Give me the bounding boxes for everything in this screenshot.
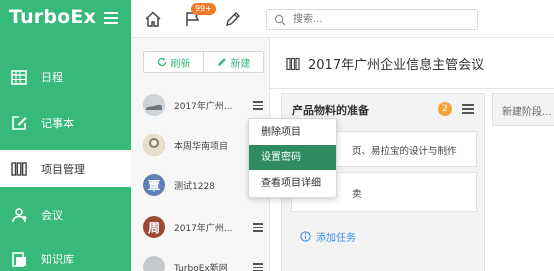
page-title: 2017年广州企业信息主管会议: [286, 54, 484, 73]
divider: [270, 88, 554, 89]
sidebar-item-label: 知识库: [41, 252, 74, 266]
project-title: 2017年广州企业信息主管会议: [308, 58, 485, 73]
knowledge-icon: [10, 250, 28, 268]
new-label: 新建: [230, 58, 251, 70]
project-item[interactable]: 2017年广州...: [143, 90, 263, 120]
sidebar-item-label: 会议: [41, 208, 63, 222]
notification-badge: 99+: [191, 3, 216, 15]
menu-item-set-password[interactable]: 设置密码: [249, 145, 336, 170]
new-stage-label: 新建阶段...: [502, 107, 552, 118]
refresh-icon: [157, 57, 166, 67]
calendar-icon: [10, 68, 28, 86]
pencil-icon: [217, 58, 226, 66]
top-bar: 99+: [131, 0, 554, 38]
sidebar: TurboEx 日程 记事本 项目管理 会议 知识库: [0, 0, 131, 271]
avatar: [143, 94, 165, 116]
project-columns-icon: [286, 57, 300, 70]
sidebar-item-notebook[interactable]: 记事本: [0, 104, 131, 141]
project-name: 2017年广州...: [174, 223, 233, 234]
home-icon[interactable]: [144, 10, 162, 28]
menu-item-delete-project[interactable]: 删除项目: [249, 120, 336, 145]
add-task-label: 添加任务: [316, 233, 356, 244]
stage-name: 产品物料的准备: [292, 104, 369, 117]
info-circle-icon: [300, 231, 311, 242]
stage-menu-icon[interactable]: [462, 104, 474, 116]
new-stage-input[interactable]: 新建阶段...: [492, 93, 554, 126]
refresh-label: 刷新: [170, 58, 191, 70]
app-brand: TurboEx: [9, 6, 97, 28]
project-name: 本周华南项目: [174, 141, 229, 152]
search-icon: [274, 14, 286, 29]
stage-count-badge: 2: [438, 102, 452, 116]
new-project-button[interactable]: 新建: [203, 52, 263, 72]
search-box[interactable]: [266, 9, 478, 30]
project-list-toolbar: 刷新 新建: [143, 51, 264, 73]
task-title: 卖: [352, 189, 362, 200]
project-context-menu: 删除项目 设置密码 查看项目详细: [248, 118, 337, 198]
add-task-link[interactable]: 添加任务: [300, 229, 356, 244]
sidebar-item-project-management[interactable]: 项目管理: [0, 150, 131, 187]
project-name: 2017年广州...: [174, 101, 233, 112]
project-name: TurboEx新网: [174, 263, 228, 271]
project-item[interactable]: TurboEx新网: [143, 252, 263, 271]
edit-note-icon: [10, 114, 28, 132]
project-item[interactable]: 周 2017年广州...: [143, 212, 263, 242]
project-name: 测试1228: [174, 181, 215, 192]
project-menu-icon[interactable]: [253, 223, 263, 234]
menu-item-view-project-details[interactable]: 查看项目详细: [249, 171, 336, 196]
sidebar-item-schedule[interactable]: 日程: [0, 58, 131, 95]
sidebar-item-label: 记事本: [41, 116, 74, 130]
task-title: 页、易拉宝的设计与制作: [352, 146, 457, 157]
avatar: [143, 256, 165, 271]
project-item[interactable]: 覃 测试1228: [143, 170, 263, 200]
project-columns-icon: [10, 160, 28, 178]
refresh-button[interactable]: 刷新: [144, 52, 203, 72]
hamburger-menu-icon[interactable]: [104, 12, 118, 24]
sidebar-item-meeting[interactable]: 会议: [0, 196, 131, 233]
avatar: 周: [143, 216, 165, 238]
sidebar-item-knowledge-base[interactable]: 知识库: [0, 240, 131, 271]
avatar: [143, 134, 165, 156]
meeting-icon: [10, 206, 28, 224]
pencil-icon[interactable]: [224, 10, 242, 28]
project-menu-icon[interactable]: [253, 263, 263, 271]
avatar: 覃: [143, 174, 165, 196]
project-menu-icon[interactable]: [253, 101, 263, 112]
project-item[interactable]: 本周华南项目: [143, 130, 263, 160]
sidebar-item-label: 项目管理: [41, 162, 85, 176]
search-input[interactable]: [293, 12, 468, 27]
sidebar-item-label: 日程: [41, 70, 63, 84]
